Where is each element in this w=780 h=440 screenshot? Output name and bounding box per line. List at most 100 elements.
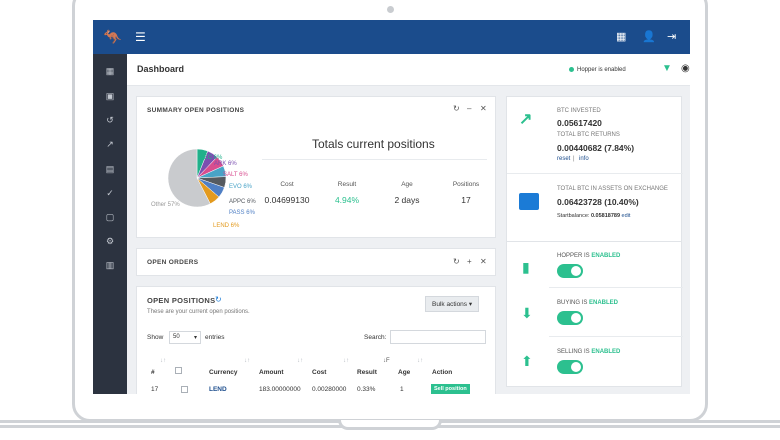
sort-desc-icon[interactable]: ↓F	[383, 358, 390, 364]
selling-toggle[interactable]	[557, 360, 583, 374]
pie-label-salt: SALT 6%	[223, 172, 248, 178]
sidebar-grid-icon[interactable]: ▦	[105, 66, 115, 76]
sidebar-window-icon[interactable]: ▢	[105, 212, 115, 222]
positions-value: 17	[461, 195, 471, 205]
camera-dot	[387, 6, 394, 13]
apps-grid-icon[interactable]: ▦	[616, 30, 626, 43]
sidebar-chart-icon[interactable]: ↗	[105, 139, 115, 149]
positions-label: Positions	[452, 181, 480, 188]
selling-toggle-label: SELLING IS ENABLED	[557, 349, 620, 355]
row-amount: 183.00000000	[259, 386, 301, 393]
edit-link[interactable]: edit	[622, 213, 631, 219]
page-header: Dashboard Hopper is enabled ▼ ◉	[127, 54, 690, 86]
kangaroo-logo-icon[interactable]: 🦘	[103, 28, 122, 46]
page-title: Dashboard	[137, 64, 185, 74]
refresh-icon[interactable]: ↻	[453, 104, 460, 113]
expand-icon[interactable]: +	[467, 257, 472, 266]
btc-exchange-label: TOTAL BTC IN ASSETS ON EXCHANGE	[557, 186, 668, 192]
row-cost: 0.00280000	[312, 386, 347, 393]
sidebar: ▦ ▣ ↺ ↗ ▤ ✓ ▢ ⚙ ▥	[93, 54, 127, 394]
col-num[interactable]: #	[151, 369, 155, 376]
col-cost[interactable]: Cost	[312, 369, 326, 376]
entries-label: entries	[205, 334, 225, 341]
pie-label-evo: EVO 6%	[229, 184, 253, 190]
buying-toggle-state: ENABLED	[589, 300, 619, 306]
laptop-notch	[338, 420, 442, 430]
minimize-icon[interactable]: –	[467, 104, 471, 113]
sidebar-book-icon[interactable]: ▥	[105, 260, 115, 270]
col-age[interactable]: Age	[398, 369, 410, 376]
hopper-status: Hopper is enabled	[569, 67, 626, 73]
row-checkbox[interactable]	[181, 386, 188, 393]
logout-icon[interactable]: ⇥	[667, 30, 676, 43]
sell-position-button[interactable]: Sell position	[431, 384, 470, 394]
col-action: Action	[432, 369, 453, 376]
btc-exchange-value: 0.06423728 (10.40%)	[557, 197, 639, 207]
selling-toggle-text: SELLING IS	[557, 349, 590, 355]
col-amount[interactable]: Amount	[259, 369, 284, 376]
open-orders-title: OPEN ORDERS	[147, 259, 199, 266]
app-screen: 🦘 ☰ ▦ 👤 ⇥ ▦ ▣ ↺ ↗ ▤ ✓ ▢ ⚙ ▥ Dashboard Ho…	[93, 20, 690, 394]
col-currency[interactable]: Currency	[209, 369, 238, 376]
sidebar-dashboard-icon[interactable]: ▣	[105, 91, 115, 101]
hopper-toggle-text: HOPPER IS	[557, 253, 590, 259]
btc-invested-label: BTC INVESTED	[557, 108, 601, 114]
caret-down-icon: ▾	[193, 335, 197, 341]
row-age: 1	[400, 386, 404, 393]
bulk-actions-button[interactable]: Bulk actions ▾	[425, 296, 480, 312]
open-positions-card: OPEN POSITIONS ↻ These are your current …	[136, 286, 496, 394]
show-label: Show	[147, 334, 164, 341]
divider	[262, 159, 487, 160]
status-dot-icon	[569, 67, 574, 72]
btc-returns-label: TOTAL BTC RETURNS	[557, 132, 620, 138]
eye-icon[interactable]: ◉	[681, 63, 690, 74]
hopper-status-text: Hopper is enabled	[577, 67, 626, 74]
col-result[interactable]: Result	[357, 369, 377, 376]
summary-title: SUMMARY OPEN POSITIONS	[147, 107, 245, 114]
select-all-checkbox[interactable]	[175, 367, 182, 374]
info-link[interactable]: info	[579, 156, 589, 162]
hopper-toggle-state: ENABLED	[591, 253, 621, 259]
selling-toggle-state: ENABLED	[591, 349, 621, 355]
divider	[507, 173, 683, 174]
row-result: 0.33%	[357, 386, 376, 393]
buying-toggle[interactable]	[557, 311, 583, 325]
sort-icon[interactable]: ↓↑	[297, 358, 303, 364]
sidebar-signal-icon[interactable]: ✓	[105, 188, 115, 198]
upload-icon: ⬆	[521, 353, 533, 369]
link-separator: |	[573, 156, 575, 162]
sort-icon[interactable]: ↓↑	[244, 358, 250, 364]
entries-select[interactable]: 50 ▾	[169, 331, 201, 344]
search-input[interactable]	[390, 330, 486, 344]
close-icon[interactable]: ✕	[480, 104, 487, 113]
pie-label-pass: PASS 6%	[229, 210, 255, 216]
user-icon[interactable]: 👤	[642, 30, 656, 43]
row-currency-link[interactable]: LEND	[209, 386, 227, 393]
buying-toggle-text: BUYING IS	[557, 300, 588, 306]
age-value: 2 days	[394, 195, 420, 205]
btc-returns-value: 0.00440682 (7.84%)	[557, 143, 635, 153]
hopper-toggle-label: HOPPER IS ENABLED	[557, 253, 620, 259]
traffic-light-icon: ▮	[522, 259, 530, 275]
refresh-icon[interactable]: ↻	[215, 295, 222, 304]
summary-open-positions-card: SUMMARY OPEN POSITIONS ↻ – ✕ ZEC 6% ARK 6…	[136, 96, 496, 238]
startbalance-label: Startbalance:	[557, 213, 590, 219]
sidebar-table-icon[interactable]: ▤	[105, 164, 115, 174]
hopper-toggle[interactable]	[557, 264, 583, 278]
row-num: 17	[151, 386, 159, 393]
sort-icon[interactable]: ↓↑	[160, 358, 166, 364]
refresh-icon[interactable]: ↻	[453, 257, 460, 266]
close-icon[interactable]: ✕	[480, 257, 487, 266]
sidebar-gear-icon[interactable]: ⚙	[105, 236, 115, 246]
result-label: Result	[337, 181, 357, 188]
menu-icon[interactable]: ☰	[135, 30, 146, 44]
sort-icon[interactable]: ↓↑	[417, 358, 423, 364]
toggles-card: ▮ HOPPER IS ENABLED ⬇ BUYING IS ENABLED …	[506, 241, 683, 387]
sidebar-history-icon[interactable]: ↺	[105, 115, 115, 125]
reset-link[interactable]: reset	[557, 156, 570, 162]
pie-label-other: Other 57%	[151, 202, 180, 208]
open-orders-card: OPEN ORDERS ↻ + ✕	[136, 248, 496, 276]
divider	[549, 287, 683, 288]
sort-icon[interactable]: ↓↑	[343, 358, 349, 364]
wallet-icon	[519, 193, 539, 210]
